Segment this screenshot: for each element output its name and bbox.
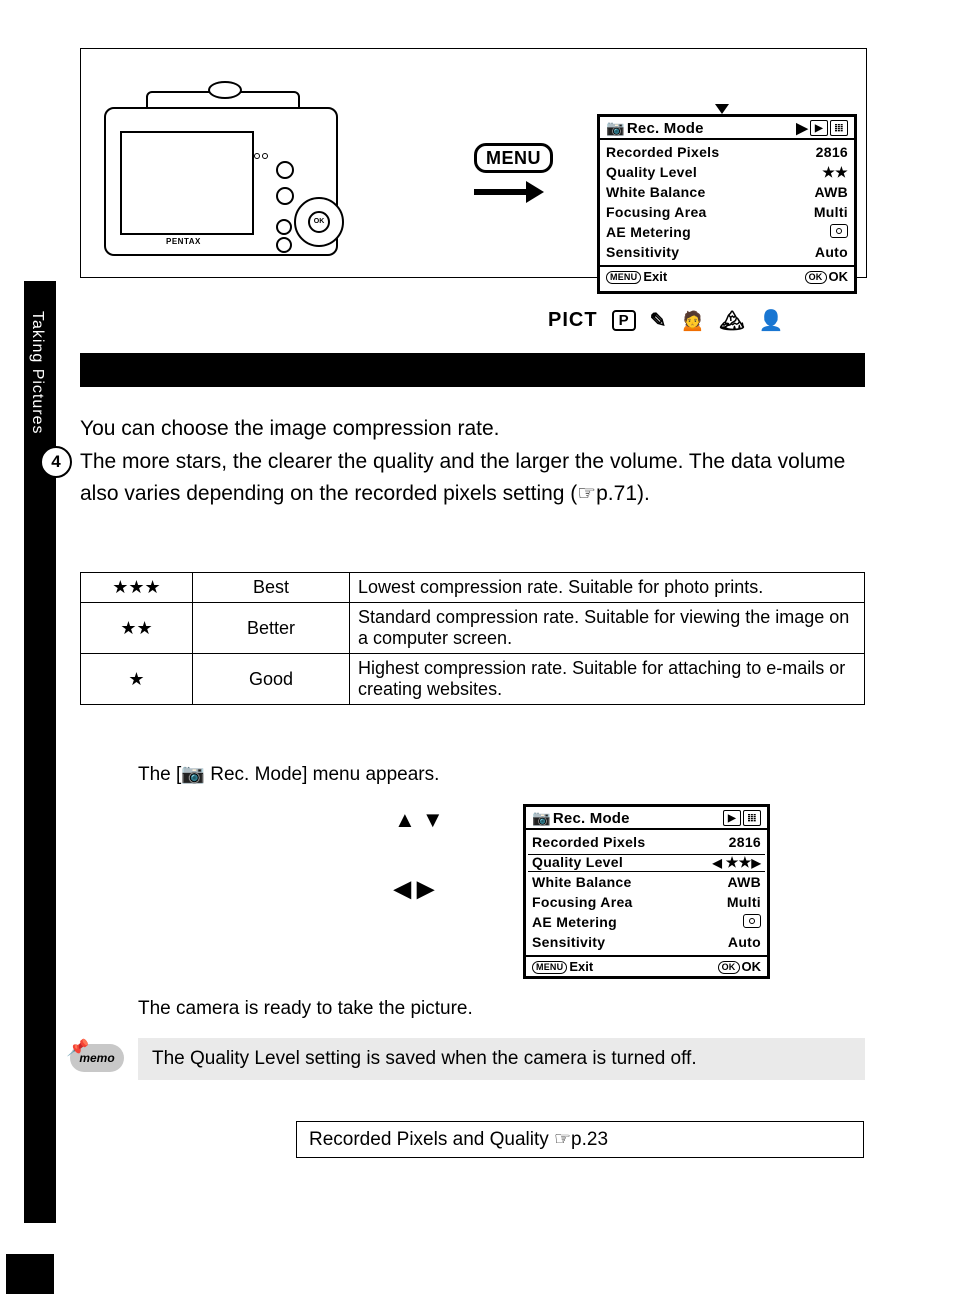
- arrow-right-icon: [474, 181, 546, 203]
- scroll-indicator-icon: [715, 104, 729, 114]
- menu-item-label: AE Metering: [532, 913, 617, 933]
- name-cell: Better: [193, 603, 350, 654]
- chapter-number-badge: 4: [40, 446, 72, 478]
- menu-item-value: AWB: [814, 183, 848, 203]
- menu-item-value: 2816: [729, 833, 761, 853]
- stars-cell: ★★★: [81, 573, 193, 603]
- camera-icon: 📷: [532, 809, 551, 827]
- menu-item-value: Multi: [727, 893, 761, 913]
- menu-item-value: ◀ ★★▶: [713, 853, 761, 873]
- quality-table: ★★★ Best Lowest compression rate. Suitab…: [80, 572, 865, 705]
- left-right-arrows-icon: ◀ ▶: [394, 876, 434, 902]
- ok-button-icon: OK: [308, 211, 330, 233]
- desc-cell: Standard compression rate. Suitable for …: [350, 603, 865, 654]
- play-tab-icon: ▶: [723, 810, 741, 826]
- step-text: The [📷 Rec. Mode] menu appears.: [138, 762, 858, 786]
- camera-drawing: OK PENTAX: [96, 67, 366, 257]
- menu-item-value: Auto: [728, 933, 761, 953]
- p-mode-icon: P: [612, 310, 636, 331]
- menu-button-label: MENU: [474, 143, 553, 173]
- ok-btn-icon: OK: [805, 271, 827, 284]
- menu-item-value: Auto: [815, 243, 848, 263]
- mode-strip: PICT P ✎ 🙍 🏔 👤: [548, 308, 784, 333]
- brand-label: PENTAX: [166, 237, 201, 246]
- cross-reference-box: Recorded Pixels and Quality ☞p.23: [296, 1121, 864, 1158]
- chapter-tab: Taking Pictures: [24, 281, 56, 1223]
- menu-item-label: Recorded Pixels: [606, 143, 719, 163]
- menu-item-label: White Balance: [532, 873, 632, 893]
- memo-text: The Quality Level setting is saved when …: [138, 1038, 865, 1080]
- stars-cell: ★★: [81, 603, 193, 654]
- menu-item-label: Quality Level: [606, 163, 697, 183]
- lcd-title-text: Rec. Mode: [627, 120, 794, 137]
- foot-exit-label: Exit: [643, 269, 667, 284]
- metering-icon: [743, 913, 761, 933]
- table-row: ★★★ Best Lowest compression rate. Suitab…: [81, 573, 865, 603]
- menu-item-label: White Balance: [606, 183, 706, 203]
- play-tab-icon: ▶: [810, 120, 828, 136]
- menu-item-label: Focusing Area: [606, 203, 707, 223]
- menu-btn-icon: MENU: [532, 961, 567, 974]
- paragraph: The more stars, the clearer the quality …: [80, 446, 865, 511]
- menu-item-label: Recorded Pixels: [532, 833, 645, 853]
- ok-btn-icon: OK: [718, 961, 740, 974]
- camera-icon: 📷: [606, 119, 625, 137]
- chapter-side-label: Taking Pictures: [28, 311, 46, 435]
- setup-tab-icon: 𝍖: [830, 120, 848, 136]
- table-row: ★ Good Highest compression rate. Suitabl…: [81, 654, 865, 705]
- name-cell: Good: [193, 654, 350, 705]
- menu-item-label: AE Metering: [606, 223, 691, 243]
- menu-item-label: Focusing Area: [532, 893, 633, 913]
- desc-cell: Highest compression rate. Suitable for a…: [350, 654, 865, 705]
- diagram-frame: OK PENTAX MENU 📷 Rec. Mode ▶ ▶ 𝍖 Recorde…: [80, 48, 867, 278]
- menu-btn-icon: MENU: [606, 271, 641, 284]
- menu-item-label: Sensitivity: [532, 933, 605, 953]
- step-text: The camera is ready to take the picture.: [138, 998, 858, 1020]
- menu-item-value: 2816: [816, 143, 848, 163]
- menu-item-label: Sensitivity: [606, 243, 679, 263]
- mode-icon: ✎: [650, 308, 667, 333]
- foot-ok-label: OK: [829, 269, 849, 284]
- table-row: ★★ Better Standard compression rate. Sui…: [81, 603, 865, 654]
- name-cell: Best: [193, 573, 350, 603]
- pict-mode-icon: PICT: [548, 309, 598, 332]
- menu-item-value: ★★: [822, 163, 848, 183]
- lcd-title-text: Rec. Mode: [553, 810, 721, 827]
- setup-tab-icon: 𝍖: [743, 810, 761, 826]
- body-text: You can choose the image compression rat…: [80, 413, 865, 511]
- desc-cell: Lowest compression rate. Suitable for ph…: [350, 573, 865, 603]
- mode-icon: 🙍: [680, 308, 705, 333]
- mode-icon: 🏔: [719, 308, 744, 333]
- stars-cell: ★: [81, 654, 193, 705]
- lcd-menu-1: 📷 Rec. Mode ▶ ▶ 𝍖 Recorded Pixels2816 Qu…: [597, 114, 857, 294]
- foot-exit-label: Exit: [569, 959, 593, 974]
- page-number-block: [6, 1254, 54, 1294]
- foot-ok-label: OK: [742, 959, 762, 974]
- menu-item-value: AWB: [727, 873, 761, 893]
- metering-icon: [830, 223, 848, 243]
- paragraph: You can choose the image compression rat…: [80, 413, 865, 446]
- section-heading-bar: [80, 353, 865, 387]
- pin-icon: 📌: [67, 1038, 87, 1058]
- mode-icon: 👤: [759, 308, 784, 333]
- lcd-menu-2: 📷 Rec. Mode ▶ 𝍖 Recorded Pixels 2816 Qual…: [523, 804, 770, 979]
- up-down-arrows-icon: ▲ ▼: [394, 807, 444, 833]
- menu-item-label: Quality Level: [532, 853, 623, 873]
- menu-item-value: Multi: [814, 203, 848, 223]
- memo-tag: 📌 memo: [70, 1044, 124, 1072]
